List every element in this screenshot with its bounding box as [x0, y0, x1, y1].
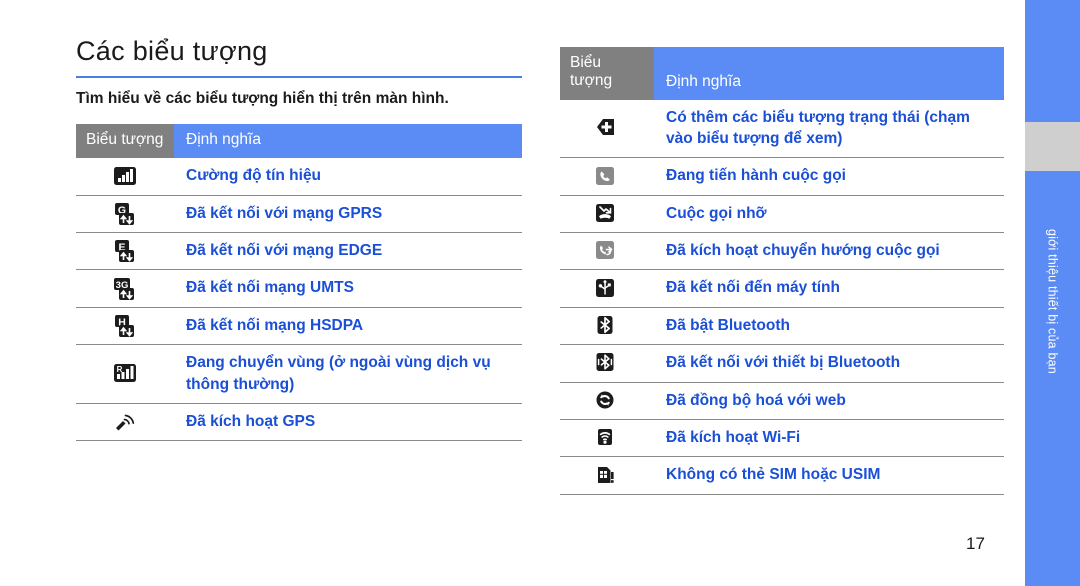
header-definition-cell: Định nghĩa	[654, 47, 1004, 100]
edge-connected-icon: E	[76, 232, 174, 271]
title-underline	[76, 76, 522, 79]
no-sim-card-icon	[560, 456, 654, 495]
row-definition: Đã kết nối với mạng EDGE	[174, 232, 522, 271]
missed-call-icon	[560, 195, 654, 234]
table-row: Không có thẻ SIM hoặc USIM	[560, 456, 1004, 495]
hsdpa-connected-icon: H	[76, 307, 174, 346]
manual-page: giới thiệu thiết bị của bạn Các biểu tượ…	[0, 0, 1080, 586]
row-definition: Đã đồng bộ hoá với web	[654, 382, 1004, 420]
table-row: 3G Đã kết nối mạng UMTS	[76, 269, 522, 308]
table-row: Đã kết nối đến máy tính	[560, 269, 1004, 308]
side-index-tab: giới thiệu thiết bị của bạn	[1025, 0, 1080, 586]
table-header-row: Biểu tượng Định nghĩa	[76, 124, 522, 159]
table-row: G Đã kết nối với mạng GPRS	[76, 195, 522, 234]
call-in-progress-icon	[560, 157, 654, 196]
row-definition: Đã kích hoạt Wi-Fi	[654, 419, 1004, 458]
row-definition: Cường độ tín hiệu	[174, 158, 522, 196]
row-definition: Có thêm các biểu tượng trạng thái (chạm …	[654, 99, 1004, 159]
table-header-row: Biểu tượng Định nghĩa	[560, 47, 1004, 100]
row-definition: Đã kích hoạt GPS	[174, 403, 522, 442]
intro-paragraph: Tìm hiểu về các biểu tượng hiển thị trên…	[76, 90, 449, 108]
usb-connected-icon	[560, 269, 654, 308]
table-row: H Đã kết nối mạng HSDPA	[76, 307, 522, 346]
header-icon-cell: Biểu tượng	[76, 124, 174, 159]
row-definition: Không có thẻ SIM hoặc USIM	[654, 456, 1004, 495]
table-row: Cuộc gọi nhỡ	[560, 195, 1004, 234]
row-definition: Đã bật Bluetooth	[654, 307, 1004, 346]
left-icon-table: Biểu tượng Định nghĩa Cường độ tín hiệu …	[76, 124, 522, 442]
row-definition: Đang tiến hành cuộc gọi	[654, 157, 1004, 196]
table-row: Đã bật Bluetooth	[560, 307, 1004, 346]
table-row: Cường độ tín hiệu	[76, 158, 522, 196]
gprs-connected-icon: G	[76, 195, 174, 234]
side-tab-segment-gray	[1025, 122, 1080, 171]
table-row: Đang tiến hành cuộc gọi	[560, 157, 1004, 196]
signal-strength-icon	[76, 158, 174, 196]
row-definition: Đã kết nối đến máy tính	[654, 269, 1004, 308]
row-definition: Cuộc gọi nhỡ	[654, 195, 1004, 234]
row-definition: Đã kết nối với mạng GPRS	[174, 195, 522, 234]
right-column: Biểu tượng Định nghĩa Có thêm các biểu t…	[560, 47, 1004, 495]
header-icon-cell: Biểu tượng	[560, 47, 654, 100]
bluetooth-on-icon	[560, 307, 654, 346]
roaming-icon: R	[76, 344, 174, 404]
wifi-active-icon	[560, 419, 654, 458]
table-row: Đã kết nối với thiết bị Bluetooth	[560, 344, 1004, 383]
row-definition: Đã kích hoạt chuyển hướng cuộc gọi	[654, 232, 1004, 271]
call-forwarding-icon	[560, 232, 654, 271]
left-column: Các biểu tượng Tìm hiểu về các biểu tượn…	[76, 36, 522, 442]
row-definition: Đang chuyển vùng (ở ngoài vùng dịch vụ t…	[174, 344, 522, 404]
gps-active-icon	[76, 403, 174, 442]
table-row: E Đã kết nối với mạng EDGE	[76, 232, 522, 271]
side-tab-label: giới thiệu thiết bị của bạn	[1045, 228, 1060, 374]
web-sync-icon	[560, 382, 654, 420]
table-row: Đã kích hoạt chuyển hướng cuộc gọi	[560, 232, 1004, 271]
row-definition: Đã kết nối với thiết bị Bluetooth	[654, 344, 1004, 383]
table-row: Đã kích hoạt GPS	[76, 403, 522, 442]
row-definition: Đã kết nối mạng UMTS	[174, 269, 522, 308]
table-row: R Đang chuyển vùng (ở ngoài vùng dịch vụ…	[76, 344, 522, 404]
more-status-icons-icon	[560, 99, 654, 159]
umts-connected-icon: 3G	[76, 269, 174, 308]
page-title: Các biểu tượng	[76, 36, 268, 66]
row-definition: Đã kết nối mạng HSDPA	[174, 307, 522, 346]
bluetooth-connected-icon	[560, 344, 654, 383]
page-number: 17	[966, 534, 985, 553]
table-row: Đã đồng bộ hoá với web	[560, 382, 1004, 420]
table-row: Đã kích hoạt Wi-Fi	[560, 419, 1004, 458]
table-row: Có thêm các biểu tượng trạng thái (chạm …	[560, 99, 1004, 159]
right-icon-table: Biểu tượng Định nghĩa Có thêm các biểu t…	[560, 47, 1004, 495]
header-definition-cell: Định nghĩa	[174, 124, 522, 159]
side-tab-segment-top	[1025, 0, 1080, 122]
